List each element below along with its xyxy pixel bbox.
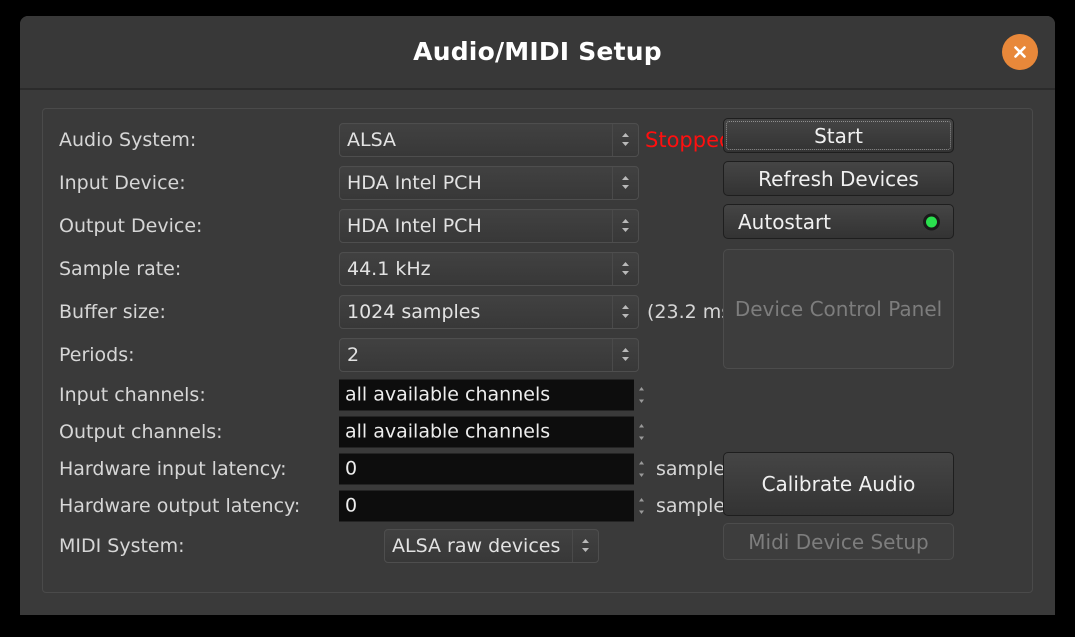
sample-rate-select[interactable]: 44.1 kHz bbox=[339, 251, 639, 286]
chevron-updown-icon bbox=[612, 123, 638, 156]
chevron-updown-icon bbox=[612, 295, 638, 328]
audio-midi-setup-window: Audio/MIDI Setup Audio System: ALSA Stop… bbox=[20, 16, 1055, 615]
status-badge: Stopped bbox=[645, 127, 733, 152]
audio-system-label: Audio System: bbox=[59, 128, 197, 151]
periods-select[interactable]: 2 bbox=[339, 337, 639, 372]
output-channels-stepper[interactable] bbox=[635, 418, 647, 446]
input-channels-stepper[interactable] bbox=[635, 381, 647, 409]
output-channels-value: all available channels bbox=[345, 420, 551, 443]
input-device-value: HDA Intel PCH bbox=[347, 171, 482, 194]
buffer-size-label: Buffer size: bbox=[59, 300, 166, 323]
row-output-channels: Output channels: all available channels bbox=[59, 413, 1022, 450]
chevron-updown-icon bbox=[612, 166, 638, 199]
midi-system-label: MIDI System: bbox=[59, 534, 185, 557]
hardware-input-latency-label: Hardware input latency: bbox=[59, 457, 287, 480]
hardware-output-latency-field[interactable]: 0 bbox=[339, 490, 634, 521]
device-control-panel-button[interactable]: Device Control Panel bbox=[723, 249, 954, 369]
chevron-updown-icon bbox=[612, 338, 638, 371]
input-channels-label: Input channels: bbox=[59, 383, 206, 406]
close-button[interactable] bbox=[1002, 34, 1038, 70]
output-device-label: Output Device: bbox=[59, 214, 203, 237]
title-bar: Audio/MIDI Setup bbox=[20, 16, 1055, 90]
hardware-input-latency-field[interactable]: 0 bbox=[339, 453, 634, 484]
autostart-led-icon bbox=[923, 213, 940, 230]
input-channels-value: all available channels bbox=[345, 383, 551, 406]
sample-rate-label: Sample rate: bbox=[59, 257, 182, 280]
midi-device-setup-button[interactable]: Midi Device Setup bbox=[723, 523, 954, 560]
buffer-size-value: 1024 samples bbox=[347, 300, 481, 323]
chevron-updown-icon bbox=[612, 252, 638, 285]
autostart-label: Autostart bbox=[738, 209, 832, 234]
periods-label: Periods: bbox=[59, 343, 135, 366]
dialog-body: Audio System: ALSA Stopped Input Device:… bbox=[20, 90, 1055, 615]
periods-value: 2 bbox=[347, 343, 360, 366]
input-device-select[interactable]: HDA Intel PCH bbox=[339, 165, 639, 200]
page-title: Audio/MIDI Setup bbox=[413, 36, 662, 66]
input-channels-field[interactable]: all available channels bbox=[339, 379, 634, 410]
output-device-value: HDA Intel PCH bbox=[347, 214, 482, 237]
sample-rate-value: 44.1 kHz bbox=[347, 257, 431, 280]
output-channels-field[interactable]: all available channels bbox=[339, 416, 634, 447]
close-icon bbox=[1011, 43, 1029, 61]
calibrate-audio-button[interactable]: Calibrate Audio bbox=[723, 452, 954, 516]
midi-system-select[interactable]: ALSA raw devices bbox=[384, 528, 599, 563]
buffer-size-select[interactable]: 1024 samples bbox=[339, 294, 639, 329]
row-input-channels: Input channels: all available channels bbox=[59, 376, 1022, 413]
refresh-devices-button[interactable]: Refresh Devices bbox=[723, 161, 954, 196]
output-device-select[interactable]: HDA Intel PCH bbox=[339, 208, 639, 243]
hardware-input-latency-stepper[interactable] bbox=[635, 455, 647, 483]
hardware-output-latency-label: Hardware output latency: bbox=[59, 494, 301, 517]
chevron-updown-icon bbox=[612, 209, 638, 242]
midi-system-value: ALSA raw devices bbox=[392, 534, 561, 557]
start-button[interactable]: Start bbox=[723, 118, 954, 153]
chevron-updown-icon bbox=[572, 529, 598, 562]
settings-panel: Audio System: ALSA Stopped Input Device:… bbox=[42, 108, 1033, 593]
input-device-label: Input Device: bbox=[59, 171, 186, 194]
audio-system-value: ALSA bbox=[347, 128, 396, 151]
audio-system-select[interactable]: ALSA bbox=[339, 122, 639, 157]
hardware-output-latency-value: 0 bbox=[345, 494, 358, 517]
autostart-toggle[interactable]: Autostart bbox=[723, 204, 954, 239]
hardware-input-latency-value: 0 bbox=[345, 457, 358, 480]
output-channels-label: Output channels: bbox=[59, 420, 223, 443]
hardware-output-latency-stepper[interactable] bbox=[635, 492, 647, 520]
